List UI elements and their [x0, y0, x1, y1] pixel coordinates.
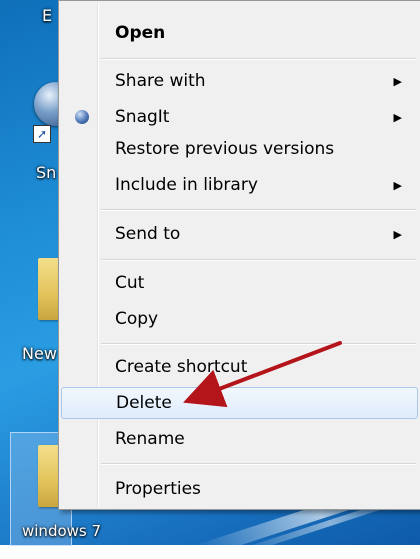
menu-item-rename[interactable]: Rename: [61, 423, 418, 455]
desktop-icon-label-snagit[interactable]: Sn: [36, 163, 56, 182]
menu-item-label: Send to: [115, 224, 181, 244]
menu-item-delete[interactable]: Delete: [61, 387, 418, 419]
menu-item-label: Open: [115, 23, 166, 43]
menu-item-label: Share with: [115, 71, 206, 91]
menu-item-label: Copy: [115, 309, 159, 329]
menu-item-label: Restore previous versions: [115, 139, 335, 159]
submenu-arrow-icon: ▶: [393, 227, 402, 241]
menu-item-label: Delete: [116, 393, 172, 413]
menu-item-send-to[interactable]: Send to ▶: [61, 218, 418, 250]
submenu-arrow-icon: ▶: [393, 178, 402, 192]
menu-separator: [101, 259, 416, 260]
folder-icon: [38, 445, 60, 507]
menu-item-open[interactable]: Open: [61, 17, 418, 49]
menu-separator: [101, 343, 416, 344]
desktop-icon-label-windows-7[interactable]: windows 7: [22, 522, 101, 540]
menu-item-create-shortcut[interactable]: Create shortcut: [61, 351, 418, 383]
context-menu: Open Share with ▶ SnagIt ▶ Restore previ…: [58, 0, 420, 510]
folder-icon[interactable]: [38, 258, 60, 320]
menu-item-include-in-library[interactable]: Include in library ▶: [61, 169, 418, 201]
snagit-icon: [75, 110, 89, 124]
submenu-arrow-icon: ▶: [393, 110, 402, 124]
desktop-icon-label-new-folder[interactable]: New: [22, 344, 57, 363]
menu-separator: [101, 58, 416, 59]
menu-item-label: Cut: [115, 273, 145, 293]
menu-item-share-with[interactable]: Share with ▶: [61, 65, 418, 97]
menu-item-cut[interactable]: Cut: [61, 267, 418, 299]
menu-item-copy[interactable]: Copy: [61, 303, 418, 335]
menu-item-label: Include in library: [115, 175, 258, 195]
menu-item-restore-previous-versions[interactable]: Restore previous versions: [61, 133, 418, 165]
desktop-icon-label: E: [42, 6, 53, 25]
menu-item-label: SnagIt: [115, 107, 170, 127]
menu-item-properties[interactable]: Properties: [61, 473, 418, 505]
menu-separator: [101, 209, 416, 210]
menu-item-label: Rename: [115, 429, 185, 449]
menu-item-label: Properties: [115, 479, 201, 499]
shortcut-arrow-icon: ➚: [33, 125, 51, 143]
menu-separator: [101, 463, 416, 464]
menu-item-snagit[interactable]: SnagIt ▶: [61, 101, 418, 133]
menu-item-label: Create shortcut: [115, 357, 248, 377]
submenu-arrow-icon: ▶: [393, 74, 402, 88]
